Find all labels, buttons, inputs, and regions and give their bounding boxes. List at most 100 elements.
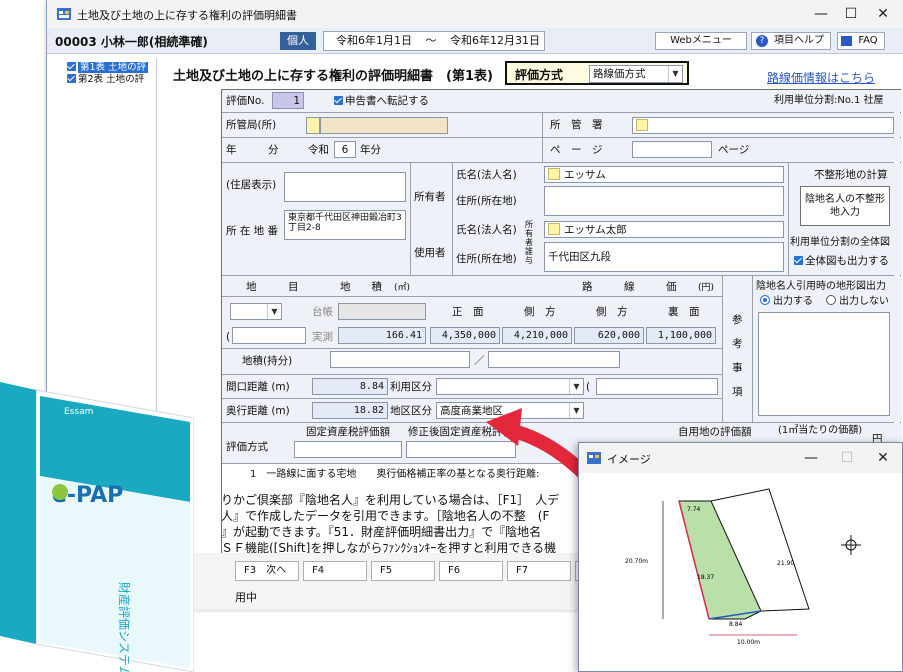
f3-button[interactable]: F3 次へ [235,561,299,581]
popup-maximize-button[interactable]: ☐ [829,448,865,468]
side2-price-input[interactable]: 620,000 [574,327,644,344]
chevron-down-icon: ▼ [569,379,583,394]
riyo-detail-input[interactable] [596,378,718,395]
location-label: 所 在 地 番 [226,225,279,237]
okuyuki-label: 奥行距離 (m) [226,405,290,417]
owner-name-value: エッサム [564,169,606,181]
popup-minimize-button[interactable]: — [793,448,829,468]
shokan-label: 所管局(所) [226,119,277,131]
page-label: ペ ー ジ [550,144,603,156]
location-input[interactable]: 東京都千代田区神田鍛冶町3丁目2-8 [284,210,406,240]
actual-label: 実測 [312,331,333,343]
ref-textarea[interactable] [758,312,890,416]
period-to: 令和6年12月31日 [450,34,540,47]
side1-label: 側 方 [524,306,556,318]
dim-mid: 18.37 [697,574,714,581]
product-box-image: e-PAP Essam 財産評価システム [0,382,194,672]
kotei-input[interactable] [294,441,402,458]
mochibun-den-input[interactable] [488,351,620,368]
year-input[interactable]: 6 [334,141,356,158]
ledger-area-input[interactable] [338,303,426,320]
window-title: 土地及び土地の上に存する権利の評価明細書 [77,9,297,22]
riyo-label: 利用区分 [390,381,432,393]
owner-name-input[interactable]: エッサム [544,166,784,183]
dim-bottom: 10.00m [737,639,760,646]
user-name-input[interactable]: エッサム太郎 [544,221,784,238]
checkbox-icon[interactable] [67,74,76,83]
front-price-input[interactable]: 4,350,000 [430,327,500,344]
year-suffix: 年分 [360,144,381,156]
maguchi-label: 間口距離 (m) [226,381,290,393]
side1-price-input[interactable]: 4,210,000 [502,327,572,344]
back-price-input[interactable]: 1,100,000 [646,327,716,344]
f7-button[interactable]: F7 [507,561,571,581]
close-button[interactable]: ✕ [865,4,901,24]
riyo-select[interactable]: ▼ [436,378,584,395]
tree-item-sheet2[interactable]: 第2表 土地の評 [67,74,144,86]
mochibun-num-input[interactable] [330,351,470,368]
transfer-checkbox[interactable]: 申告書へ転記する [334,94,429,108]
jukyo-input[interactable] [284,172,406,202]
eval-no-label: 評価No. [226,95,265,107]
front-label: 正 面 [452,306,484,318]
chimoku-select[interactable]: ▼ [230,303,282,320]
era-label: 令和 [308,144,329,156]
shokansho-label: 所 管 署 [550,119,603,131]
web-menu-button[interactable]: Webメニュー [655,32,747,50]
chevron-down-icon: ▼ [668,66,682,82]
whole-map-label: 利用単位分割の全体図 [790,237,890,248]
ledger-label: 台帳 [312,306,333,318]
help-button[interactable]: ? 項目ヘルプ [751,32,831,50]
method-label: 評価方式 [515,68,564,82]
required-marker [548,168,560,180]
f6-button[interactable]: F6 [439,561,503,581]
f4-button[interactable]: F4 [303,561,367,581]
out-yes-radio[interactable]: 出力する [760,295,813,309]
hyouka-label: 評価方式 [226,441,268,453]
maximize-button[interactable]: ☐ [833,4,869,24]
required-marker [548,223,560,235]
header-toolbar: 00003 小林一郎(相続準確) 個人 令和6年1月1日 ～ 令和6年12月31… [47,28,903,54]
kojin-badge[interactable]: 個人 [280,32,316,50]
faq-button[interactable]: FAQ [837,32,885,50]
area-label: 地 積 [340,281,382,293]
method-select[interactable]: 路線価方式 ▼ [589,65,683,83]
help-icon: ? [756,35,768,47]
owner-name-label: 氏名(法人名) [456,169,517,181]
tree-item-sheet1[interactable]: 第1表 土地の評 [67,62,149,74]
user-vertical-label: 所有者誰与 [525,220,533,265]
dim-front: 8.84 [729,621,743,628]
owner-address-input[interactable] [544,186,784,216]
area-unit: (㎡) [394,283,411,293]
help-label: 項目ヘルプ [774,35,824,46]
shape-out-label: 陰地名人引用時の地形図出力 [756,281,886,292]
user-address-input[interactable]: 千代田区九段 [544,242,784,272]
whole-map-checkbox[interactable]: 全体図も出力する [794,254,889,268]
eval-no-input[interactable]: 1 [272,92,304,109]
irregular-button[interactable]: 陰地名人の不整形地入力 [800,186,890,226]
okuyuki-input[interactable]: 18.82 [312,402,388,419]
checkbox-icon [794,256,803,265]
faq-label: FAQ [858,35,878,46]
page-input[interactable] [632,141,712,158]
transfer-label: 申告書へ転記する [345,95,429,107]
irregular-label: 不整形地の計算 [814,169,888,181]
box-subtitle: 財産評価システム [117,582,132,672]
chimoku-detail-input[interactable] [232,327,306,344]
area-input[interactable]: 166.41 [338,327,426,344]
period-from: 令和6年1月1日 [336,34,412,47]
sheet-title: 土地及び土地の上に存する権利の評価明細書 (第1表) [173,69,493,84]
maguchi-input[interactable]: 8.84 [312,378,388,395]
shokansho-input[interactable] [632,117,894,134]
chiku-label: 地区区分 [390,405,432,417]
out-no-radio[interactable]: 出力しない [826,295,889,309]
unit-label: 利用単位分割:No.1 社屋 [774,95,884,106]
shokan-input[interactable] [320,117,448,134]
shokan-marker [306,117,320,134]
popup-close-button[interactable]: ✕ [865,448,901,468]
radio-icon [760,295,770,305]
out-no-label: 出力しない [839,296,889,307]
f5-button[interactable]: F5 [371,561,435,581]
rosenka-link[interactable]: 路線価情報はこちら [767,69,875,86]
checkbox-icon[interactable] [67,62,76,71]
